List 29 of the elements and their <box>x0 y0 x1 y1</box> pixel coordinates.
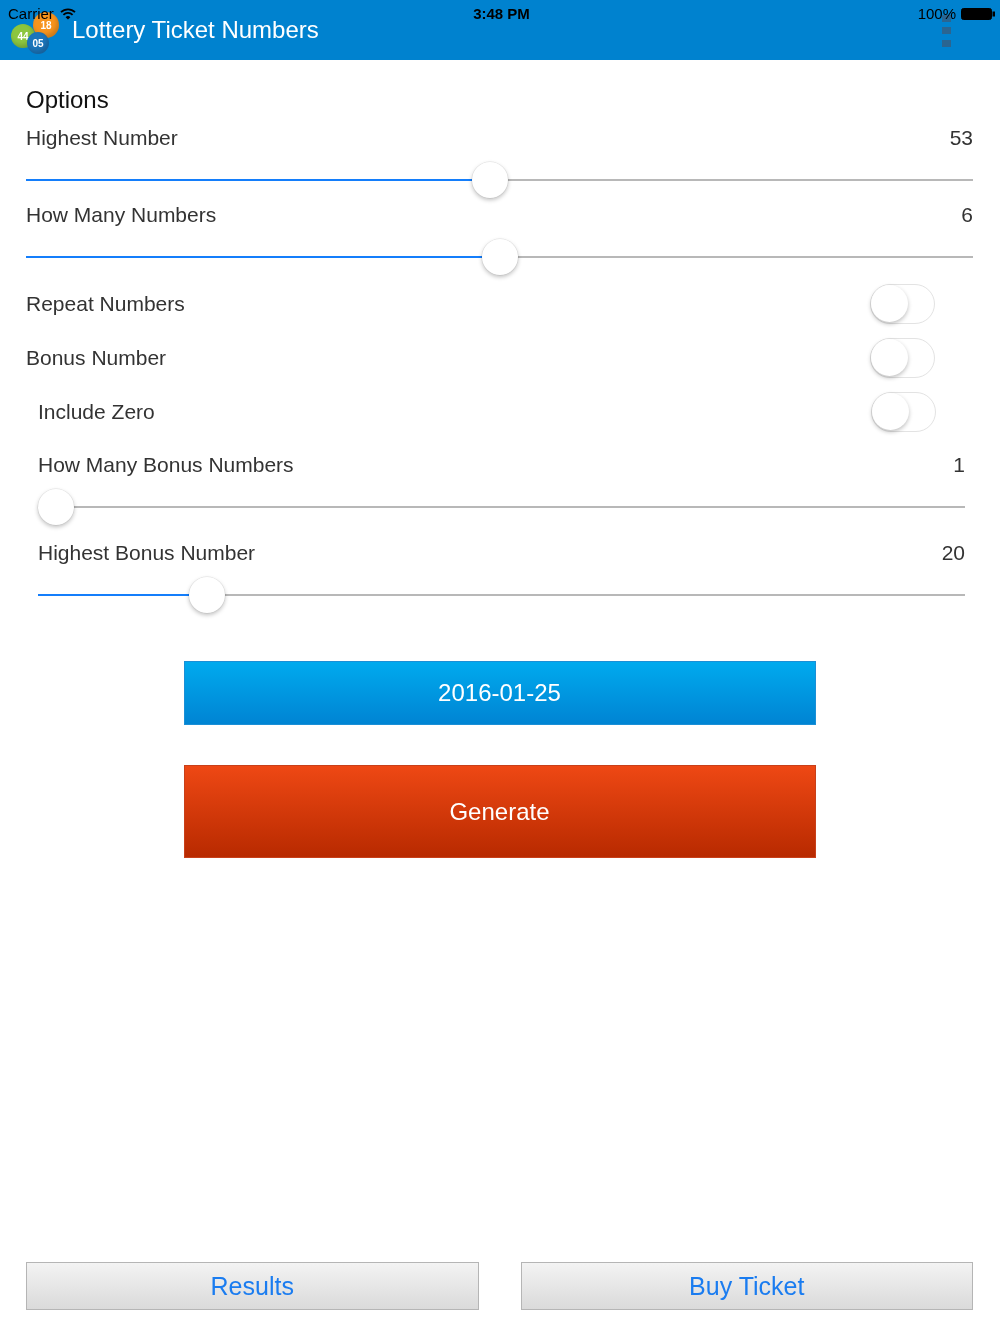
app-title: Lottery Ticket Numbers <box>72 16 319 44</box>
option-label: Bonus Number <box>26 346 167 370</box>
option-value: 6 <box>961 203 973 227</box>
slider-thumb[interactable] <box>38 489 74 525</box>
generate-button[interactable]: Generate <box>183 765 816 858</box>
toggle-switch[interactable] <box>870 284 935 324</box>
battery-percent: 100% <box>917 5 956 23</box>
option-label: Repeat Numbers <box>26 292 185 316</box>
battery-icon <box>961 8 995 20</box>
option-label: How Many Bonus Numbers <box>38 453 294 477</box>
option-label: Include Zero <box>38 400 155 424</box>
option-value: 20 <box>941 541 965 565</box>
toggle-switch[interactable] <box>870 338 935 378</box>
footer-button[interactable]: Results <box>26 1262 479 1310</box>
slider-thumb[interactable] <box>189 577 226 613</box>
toggle-switch[interactable] <box>871 392 936 432</box>
options-heading: Options <box>26 86 110 114</box>
option-value: 1 <box>953 453 965 477</box>
option-label: Highest Bonus Number <box>38 541 256 565</box>
option-label: Highest Number <box>26 126 178 150</box>
footer-button[interactable]: Buy Ticket <box>520 1262 973 1310</box>
clock-time: 3:48 PM <box>473 5 530 23</box>
slider-thumb[interactable] <box>481 239 518 275</box>
date-button[interactable]: 2016-01-25 <box>183 661 816 725</box>
option-label: How Many Numbers <box>26 203 217 227</box>
wifi-icon <box>59 8 76 20</box>
option-value: 53 <box>949 126 973 150</box>
carrier-label: Carrier <box>8 5 54 22</box>
slider-thumb[interactable] <box>472 162 509 198</box>
